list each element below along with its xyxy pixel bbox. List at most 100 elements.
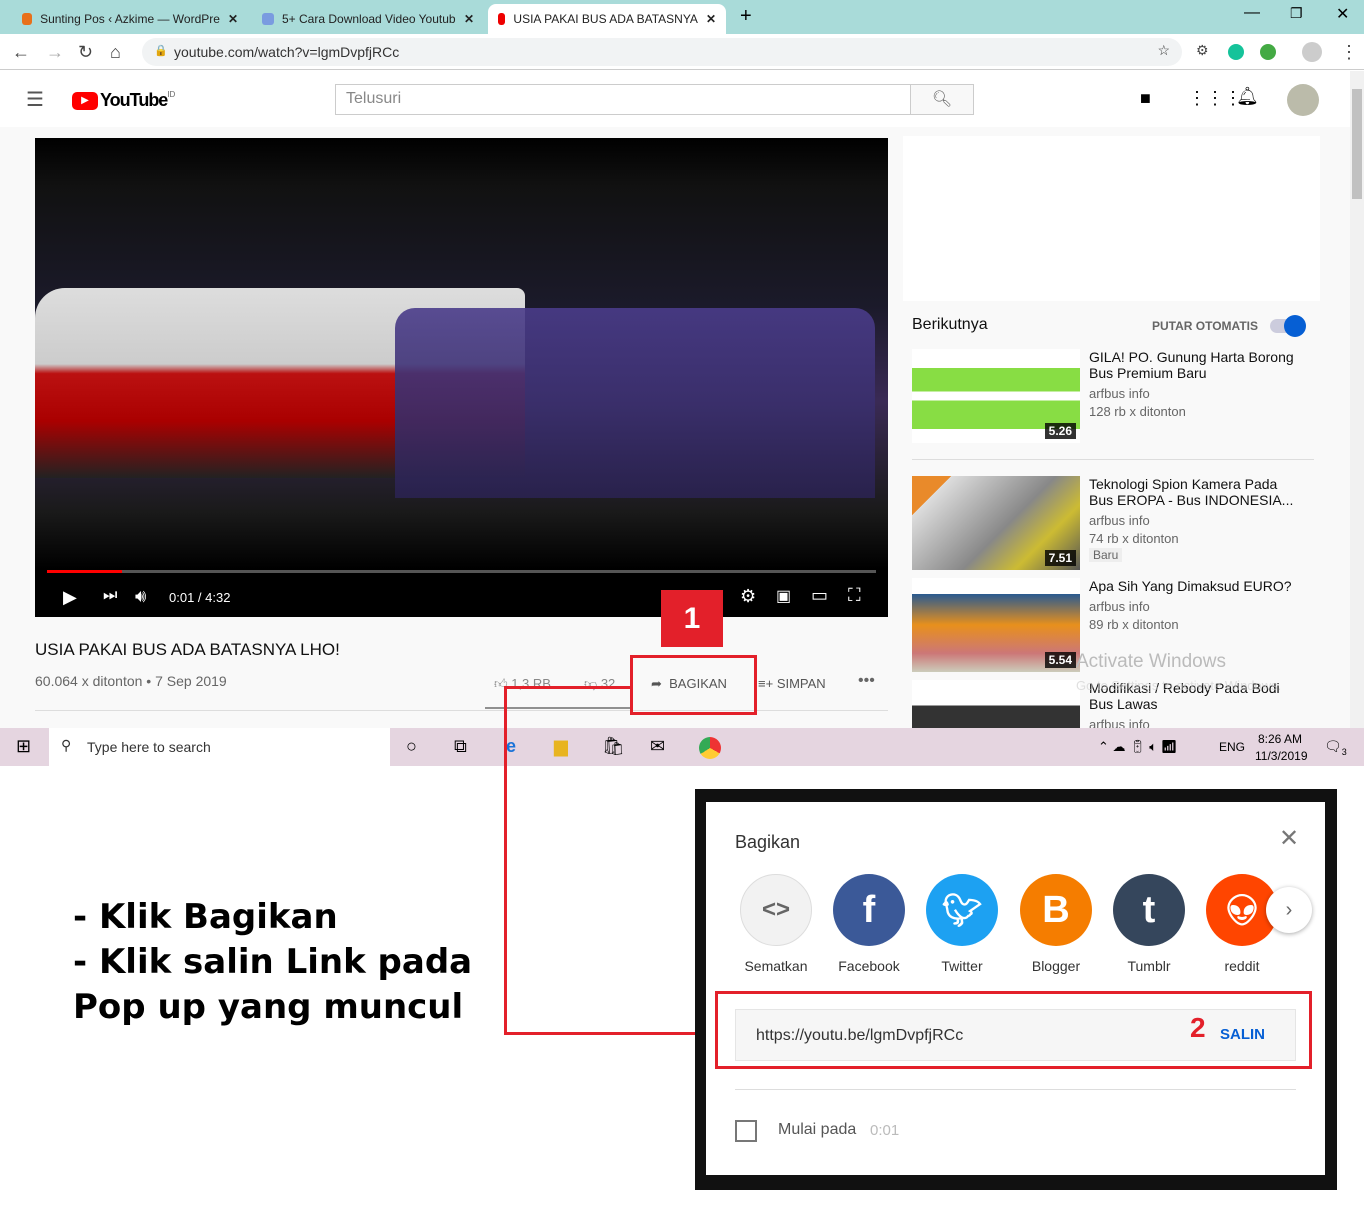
action-center-icon[interactable]: 🗨︎3 (1324, 738, 1347, 757)
tray-icons[interactable]: ⌃ ☁ 🔋︎ 🔈︎ 📶︎ (1098, 739, 1177, 755)
list-item[interactable]: 5.26 GILA! PO. Gunung Harta Borong Bus P… (912, 349, 1312, 449)
video-thumbnail[interactable]: 7.51 (912, 476, 1080, 570)
profile-icon[interactable] (1302, 42, 1322, 62)
close-tab-icon[interactable]: ✕ (228, 12, 238, 26)
up-next-heading: Berikutnya (912, 316, 988, 333)
notifications-bell-icon[interactable]: 🔔︎ (1236, 86, 1259, 107)
tab-cara-download[interactable]: 5+ Cara Download Video Youtub ✕ (252, 4, 484, 34)
new-tab-button[interactable]: + (740, 5, 752, 28)
close-window-button[interactable]: ✕ (1336, 4, 1349, 24)
miniplayer-icon[interactable]: ▣ (776, 586, 791, 606)
star-icon[interactable]: ☆ (1157, 42, 1170, 59)
edge-icon[interactable]: e (506, 736, 516, 757)
video-title[interactable]: Teknologi Spion Kamera Pada Bus EROPA - … (1089, 476, 1299, 508)
apps-icon[interactable]: ⋮⋮⋮ (1188, 88, 1242, 109)
menu-icon[interactable]: ⋮ (1340, 42, 1358, 63)
grammarly-icon[interactable] (1228, 44, 1244, 60)
extension-icon[interactable]: ⚙ (1196, 42, 1209, 59)
video-frame-bus (395, 308, 875, 498)
video-thumbnail[interactable]: 5.54 (912, 578, 1080, 672)
dislike-button[interactable]: 👎︎ 32 (584, 676, 615, 692)
list-item[interactable]: 7.51 Teknologi Spion Kamera Pada Bus ERO… (912, 476, 1312, 576)
channel-name: arfbus info (1089, 599, 1150, 614)
next-arrow-icon[interactable]: › (1266, 887, 1312, 933)
file-explorer-icon[interactable]: ▆ (554, 736, 568, 757)
fullscreen-icon[interactable]: ⛶ (848, 585, 861, 606)
share-facebook[interactable]: f Facebook (833, 874, 905, 974)
save-button[interactable]: ≡+ SIMPAN (758, 676, 826, 691)
scrollbar[interactable] (1350, 71, 1364, 728)
chrome-icon[interactable] (699, 737, 721, 759)
theater-mode-icon[interactable]: ▭ (811, 585, 828, 606)
time-display: 0:01 / 4:32 (169, 590, 231, 605)
hamburger-menu-icon[interactable]: ☰ (26, 87, 44, 112)
avatar[interactable] (1287, 84, 1319, 116)
channel-name: arfbus info (1089, 386, 1150, 401)
cortana-icon[interactable]: ○ (406, 736, 417, 757)
view-count: 128 rb x ditonton (1089, 404, 1186, 419)
like-button[interactable]: 👍︎ 1,3 RB (494, 676, 551, 692)
video-thumbnail[interactable] (912, 680, 1080, 728)
create-video-icon[interactable]: ■ (1140, 88, 1151, 109)
next-icon[interactable]: ⏭ (103, 587, 117, 605)
share-label: Tumblr (1127, 958, 1171, 974)
share-blogger[interactable]: B Blogger (1020, 874, 1092, 974)
close-tab-icon[interactable]: ✕ (464, 12, 474, 26)
windows-taskbar: ⊞ ⚲ Type here to search ○ ⧉ e ▆ 🛍︎ ✉ ⌃ ☁ … (0, 728, 1364, 766)
share-twitter[interactable]: 🐦︎ Twitter (926, 874, 998, 974)
volume-icon[interactable]: 🔊︎ (135, 586, 146, 607)
video-title[interactable]: GILA! PO. Gunung Harta Borong Bus Premiu… (1089, 349, 1299, 381)
restore-button[interactable]: ❐ (1290, 5, 1303, 22)
minimize-button[interactable]: — (1244, 4, 1260, 22)
home-icon[interactable]: ⌂ (110, 42, 121, 63)
share-reddit[interactable]: 👽︎ reddit (1206, 874, 1278, 974)
duration-badge: 7.51 (1044, 550, 1076, 566)
play-logo-icon: ▶ (72, 91, 98, 110)
language-indicator[interactable]: ENG (1219, 740, 1245, 754)
extension-globe-icon[interactable] (1260, 44, 1276, 60)
clock-date[interactable]: 11/3/2019 (1255, 749, 1308, 763)
close-icon[interactable]: ✕ (1279, 824, 1299, 853)
channel-name: arfbus info (1089, 717, 1150, 728)
embed-code-icon: <> (740, 874, 812, 946)
search-button[interactable]: 🔍︎ (910, 84, 974, 115)
play-icon[interactable]: ▶ (63, 587, 77, 608)
share-embed[interactable]: <> Sematkan (740, 874, 812, 974)
youtube-logo[interactable]: ▶ YouTube ID (72, 90, 175, 111)
back-icon[interactable]: ← (12, 42, 30, 63)
store-icon[interactable]: 🛍︎ (602, 736, 625, 757)
search-placeholder: Type here to search (87, 739, 211, 755)
share-label: Sematkan (744, 958, 808, 974)
start-at-label: Mulai pada (778, 1121, 857, 1138)
close-tab-icon[interactable]: ✕ (706, 12, 716, 26)
share-highlight-box (630, 655, 757, 715)
start-at-time-input[interactable]: 0:01 (870, 1122, 899, 1139)
video-title: USIA PAKAI BUS ADA BATASNYA LHO! (35, 640, 340, 659)
taskbar-search-input[interactable]: ⚲ Type here to search (49, 728, 390, 766)
tab-title: Sunting Pos ‹ Azkime — WordPre (40, 12, 220, 26)
reload-icon[interactable]: ↻ (78, 42, 93, 63)
start-at-checkbox[interactable] (735, 1120, 757, 1142)
tab-youtube[interactable]: USIA PAKAI BUS ADA BATASNYA ✕ (488, 4, 726, 34)
url-input[interactable]: 🔒 youtube.com/watch?v=lgmDvpfjRCc ☆ (142, 38, 1182, 66)
settings-gear-icon[interactable]: ⚙ (740, 586, 756, 607)
autoplay-toggle[interactable] (1270, 315, 1306, 337)
forward-icon[interactable]: → (46, 42, 64, 63)
video-title[interactable]: Apa Sih Yang Dimaksud EURO? (1089, 578, 1299, 594)
clock-time[interactable]: 8:26 AM (1258, 732, 1302, 746)
tab-wordpress[interactable]: Sunting Pos ‹ Azkime — WordPre ✕ (12, 4, 248, 34)
windows-start-icon[interactable]: ⊞ (16, 736, 31, 757)
video-thumbnail[interactable]: 5.26 (912, 349, 1080, 443)
search-input[interactable]: Telusuri (335, 84, 911, 115)
mail-icon[interactable]: ✉ (650, 736, 665, 757)
share-tumblr[interactable]: t Tumblr (1113, 874, 1185, 974)
share-label: Facebook (838, 958, 900, 974)
share-dialog: Bagikan ✕ <> Sematkan f Facebook 🐦︎ Twitter… (695, 789, 1337, 1190)
youtube-header: ☰ ▶ YouTube ID Telusuri 🔍︎ ■ ⋮⋮⋮ 🔔︎ (0, 71, 1350, 127)
video-player[interactable]: ▶ ⏭ 🔊︎ 0:01 / 4:32 ⚙ ▣ ▭ ⛶ (35, 138, 888, 617)
seek-bar[interactable] (47, 570, 876, 573)
search-placeholder: Telusuri (346, 90, 402, 107)
logo-text: YouTube (100, 90, 168, 110)
task-view-icon[interactable]: ⧉ (454, 736, 467, 757)
more-actions-icon[interactable]: ••• (858, 672, 875, 690)
